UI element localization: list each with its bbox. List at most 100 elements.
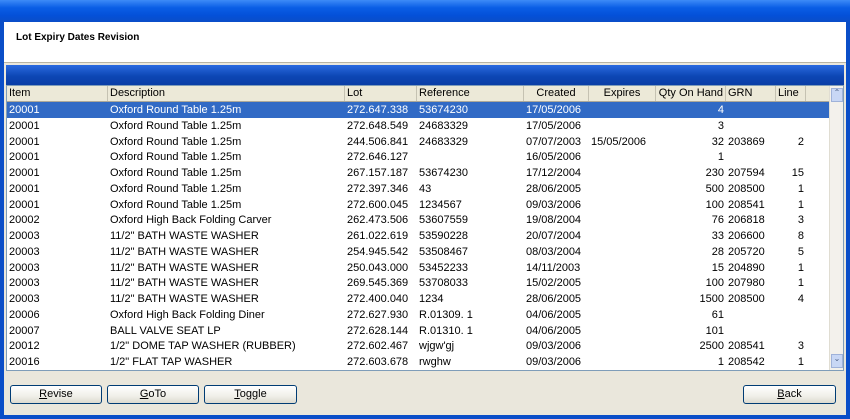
cell-item: 20003 bbox=[9, 261, 40, 274]
cell-reference: 53708033 bbox=[419, 277, 468, 290]
table-row[interactable]: 20001 Oxford Round Table 1.25m 272.648.549… bbox=[7, 118, 829, 134]
cell-created: 09/03/2006 bbox=[526, 340, 582, 353]
cell-description: Oxford Round Table 1.25m bbox=[110, 135, 242, 148]
cell-reference: 24683329 bbox=[419, 119, 468, 132]
table-row[interactable]: 20003 11/2" BATH WASTE WASHER 269.545.369 5… bbox=[7, 275, 829, 291]
cell-qty-on-hand: 1500 bbox=[699, 293, 724, 305]
cell-reference: 53452233 bbox=[419, 261, 468, 274]
column-header-item[interactable]: Item bbox=[7, 86, 108, 101]
cell-expires bbox=[589, 228, 656, 244]
grid-column-header: Item Description Lot Reference Created Expire… bbox=[7, 86, 829, 102]
column-header-description[interactable]: Description bbox=[108, 86, 345, 101]
table-row[interactable]: 20001 Oxford Round Table 1.25m 267.157.187… bbox=[7, 165, 829, 181]
column-header-lot[interactable]: Lot bbox=[345, 86, 417, 101]
cell-line: 1 bbox=[797, 182, 804, 195]
table-row[interactable]: 20001 Oxford Round Table 1.25m 272.647.338… bbox=[7, 102, 829, 118]
table-row[interactable]: 20001 Oxford Round Table 1.25m 272.600.045… bbox=[7, 197, 829, 213]
cell-reference: R.01309. 1 bbox=[419, 308, 473, 321]
toggle-label: oggle bbox=[239, 388, 267, 400]
cell-expires bbox=[589, 212, 656, 228]
cell-expires bbox=[589, 260, 656, 276]
vertical-scrollbar[interactable]: ⌃ ⌄ bbox=[829, 86, 843, 370]
back-button[interactable]: Back bbox=[743, 385, 836, 404]
cell-qty-on-hand: 28 bbox=[711, 245, 724, 258]
cell-grn: 204890 bbox=[728, 261, 765, 274]
back-label: ack bbox=[784, 388, 802, 400]
scroll-down-icon[interactable]: ⌄ bbox=[831, 354, 843, 368]
column-header-expires[interactable]: Expires bbox=[589, 86, 656, 101]
table-row[interactable]: 20006 Oxford High Back Folding Diner 272.6… bbox=[7, 307, 829, 323]
column-header-qty-on-hand[interactable]: Qty On Hand bbox=[656, 86, 726, 101]
lot-grid[interactable]: Item Description Lot Reference Created Expire… bbox=[6, 85, 844, 371]
cell-grn: 206600 bbox=[728, 230, 765, 242]
cell-expires bbox=[589, 118, 656, 134]
window-frame-left bbox=[0, 22, 4, 419]
column-header-created[interactable]: Created bbox=[524, 86, 589, 101]
cell-expires bbox=[589, 181, 656, 197]
scroll-up-icon[interactable]: ⌃ bbox=[831, 88, 843, 102]
cell-grn bbox=[726, 102, 776, 118]
cell-qty-on-hand: 32 bbox=[711, 135, 724, 148]
cell-line: 3 bbox=[797, 340, 804, 353]
table-row[interactable]: 20003 11/2" BATH WASTE WASHER 272.400.040 1… bbox=[7, 291, 829, 307]
window-title-bar[interactable] bbox=[0, 0, 850, 22]
cell-created: 17/12/2004 bbox=[526, 167, 582, 179]
cell-qty-on-hand: 1 bbox=[717, 356, 724, 368]
cell-expires bbox=[589, 291, 656, 307]
cell-item: 20006 bbox=[9, 308, 40, 321]
cell-reference: 53590228 bbox=[419, 230, 468, 242]
table-row[interactable]: 20003 11/2" BATH WASTE WASHER 250.043.000 5… bbox=[7, 260, 829, 276]
cell-expires bbox=[589, 275, 656, 291]
column-header-line[interactable]: Line bbox=[776, 86, 806, 101]
cell-created: 19/08/2004 bbox=[526, 214, 582, 227]
cell-item: 20003 bbox=[9, 293, 40, 305]
table-row[interactable]: 20016 1/2" FLAT TAP WASHER 272.603.678 rwgh… bbox=[7, 354, 829, 370]
column-header-reference[interactable]: Reference bbox=[417, 86, 524, 101]
cell-expires bbox=[589, 307, 656, 323]
cell-item: 20001 bbox=[9, 198, 40, 211]
cell-reference: 53674230 bbox=[419, 104, 468, 116]
cell-line bbox=[776, 149, 806, 165]
cell-created: 17/05/2006 bbox=[526, 119, 582, 132]
cell-item: 20002 bbox=[9, 214, 40, 227]
goto-button[interactable]: GoTo bbox=[107, 385, 199, 404]
cell-lot: 272.627.930 bbox=[347, 308, 409, 321]
cell-lot: 272.603.678 bbox=[347, 356, 409, 368]
table-row[interactable]: 20003 11/2" BATH WASTE WASHER 254.945.542 5… bbox=[7, 244, 829, 260]
cell-created: 04/06/2005 bbox=[526, 324, 582, 337]
column-header-grn[interactable]: GRN bbox=[726, 86, 776, 101]
cell-lot: 254.945.542 bbox=[347, 245, 409, 258]
cell-created: 09/03/2006 bbox=[526, 356, 582, 368]
cell-created: 28/06/2005 bbox=[526, 293, 582, 305]
cell-line bbox=[776, 307, 806, 323]
table-row[interactable]: 20007 BALL VALVE SEAT LP 272.628.144 R.0131… bbox=[7, 323, 829, 339]
cell-grn bbox=[726, 118, 776, 134]
cell-item: 20012 bbox=[9, 340, 40, 353]
cell-description: 11/2" BATH WASTE WASHER bbox=[110, 230, 259, 242]
cell-expires bbox=[589, 102, 656, 118]
grid-caption-bar bbox=[6, 65, 844, 85]
table-row[interactable]: 20003 11/2" BATH WASTE WASHER 261.022.619 5… bbox=[7, 228, 829, 244]
table-row[interactable]: 20001 Oxford Round Table 1.25m 244.506.841… bbox=[7, 134, 829, 150]
cell-qty-on-hand: 1 bbox=[717, 151, 724, 164]
cell-line: 1 bbox=[797, 198, 804, 211]
cell-line: 2 bbox=[797, 135, 804, 148]
cell-lot: 272.400.040 bbox=[347, 293, 409, 305]
table-row[interactable]: 20002 Oxford High Back Folding Carver 262.… bbox=[7, 212, 829, 228]
cell-qty-on-hand: 15 bbox=[711, 261, 724, 274]
revise-button[interactable]: Revise bbox=[10, 385, 102, 404]
table-row[interactable]: 20001 Oxford Round Table 1.25m 272.646.127… bbox=[7, 149, 829, 165]
cell-grn bbox=[726, 307, 776, 323]
cell-line bbox=[776, 323, 806, 339]
cell-line: 8 bbox=[797, 230, 804, 242]
cell-description: Oxford Round Table 1.25m bbox=[110, 119, 242, 132]
cell-created: 14/11/2003 bbox=[526, 261, 581, 274]
cell-grn: 205720 bbox=[728, 245, 765, 258]
cell-line: 1 bbox=[797, 261, 804, 274]
cell-grn: 208500 bbox=[728, 182, 765, 195]
table-row[interactable]: 20001 Oxford Round Table 1.25m 272.397.346… bbox=[7, 181, 829, 197]
cell-line: 15 bbox=[791, 167, 804, 179]
cell-line bbox=[776, 102, 806, 118]
table-row[interactable]: 20012 1/2" DOME TAP WASHER (RUBBER) 272.60… bbox=[7, 338, 829, 354]
toggle-button[interactable]: Toggle bbox=[204, 385, 297, 404]
